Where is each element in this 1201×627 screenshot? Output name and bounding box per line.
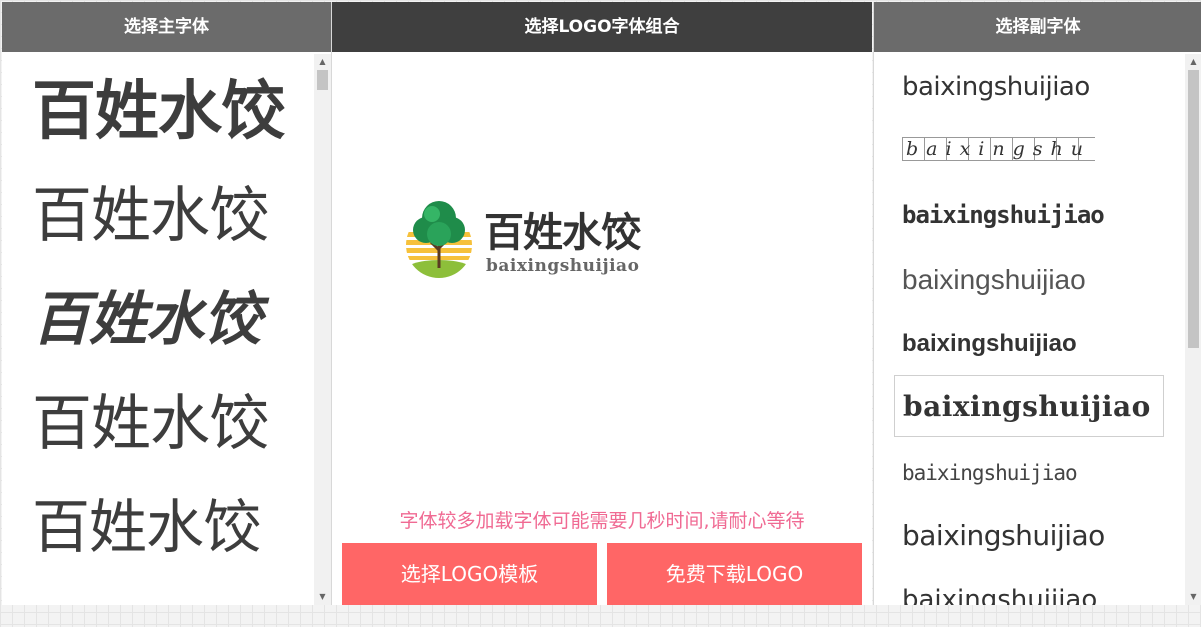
- download-logo-button[interactable]: 免费下载LOGO: [607, 543, 862, 605]
- main-font-scrollbar[interactable]: ▲ ▼: [314, 54, 331, 605]
- sub-font-option[interactable]: baixingshuijiao: [894, 504, 1164, 566]
- main-font-header: 选择主字体: [2, 2, 331, 52]
- sub-font-option[interactable]: baixingshuijiao: [894, 569, 1164, 605]
- sub-font-option[interactable]: baixingshuijiao: [894, 313, 1164, 375]
- sub-font-sample: baixingshuijiao: [903, 389, 1151, 423]
- logo-preview: 百姓水饺 baixingshuijiao: [404, 198, 664, 280]
- loading-note: 字体较多加载字体可能需要几秒时间,请耐心等待: [399, 510, 805, 532]
- logo-combo-panel: 选择LOGO字体组合 百姓水饺 baixingshuijiao 字体较多加载字体…: [332, 2, 872, 605]
- sub-font-option[interactable]: baixingshuijiao: [894, 56, 1164, 118]
- choose-template-button[interactable]: 选择LOGO模板: [342, 543, 597, 605]
- sub-font-panel: 选择副字体 baixingshuijiao baixingshu baixing…: [873, 2, 1201, 605]
- logo-main-text: 百姓水饺: [484, 210, 641, 256]
- sub-font-option-selected[interactable]: baixingshuijiao: [894, 375, 1164, 437]
- sub-font-sample: baixingshuijiao: [902, 585, 1098, 605]
- sub-font-sample: baixingshuijiao: [902, 330, 1077, 357]
- logo-sub-text: baixingshuijiao: [486, 256, 640, 276]
- scroll-up-icon[interactable]: ▲: [1185, 54, 1201, 70]
- sub-font-option[interactable]: baixingshu: [894, 118, 1164, 180]
- sub-font-header: 选择副字体: [874, 2, 1201, 52]
- sub-font-option[interactable]: baixingshuijiao: [894, 442, 1164, 504]
- scroll-thumb[interactable]: [1188, 70, 1199, 348]
- main-font-list: 百姓水饺 百姓水饺 百姓水饺 百姓水饺 百姓水饺: [2, 54, 314, 605]
- main-font-option[interactable]: 百姓水饺: [2, 262, 314, 366]
- sub-font-sample: baixingshu: [902, 137, 1095, 161]
- tree-logo-icon: [406, 201, 472, 278]
- sub-font-sample: baixingshuijiao: [902, 461, 1078, 485]
- sub-font-option[interactable]: baixingshuijiao: [894, 249, 1164, 311]
- scroll-down-icon[interactable]: ▼: [314, 589, 331, 605]
- scroll-down-icon[interactable]: ▼: [1185, 589, 1201, 605]
- sub-font-sample: baixingshuijiao: [902, 518, 1105, 552]
- main-font-panel: 选择主字体 百姓水饺 百姓水饺 百姓水饺 百姓水饺 百姓水饺 ▲ ▼: [2, 2, 332, 605]
- sub-font-sample: baixingshuijiao: [902, 72, 1090, 102]
- sub-font-scrollbar[interactable]: ▲ ▼: [1185, 54, 1201, 605]
- main-font-option[interactable]: 百姓水饺: [2, 158, 314, 262]
- sub-font-list: baixingshuijiao baixingshu baixingshuiji…: [874, 54, 1185, 605]
- scroll-thumb[interactable]: [317, 70, 328, 90]
- sub-font-sample: baixingshuijiao: [902, 264, 1086, 295]
- main-font-option[interactable]: 百姓水饺: [2, 54, 314, 158]
- scroll-up-icon[interactable]: ▲: [314, 54, 331, 70]
- logo-combo-header: 选择LOGO字体组合: [332, 2, 872, 52]
- sub-font-sample: baixingshuijiao: [902, 201, 1105, 229]
- main-font-option[interactable]: 百姓水饺: [2, 470, 314, 574]
- sub-font-option[interactable]: baixingshuijiao: [894, 184, 1164, 246]
- main-font-option[interactable]: 百姓水饺: [2, 366, 314, 470]
